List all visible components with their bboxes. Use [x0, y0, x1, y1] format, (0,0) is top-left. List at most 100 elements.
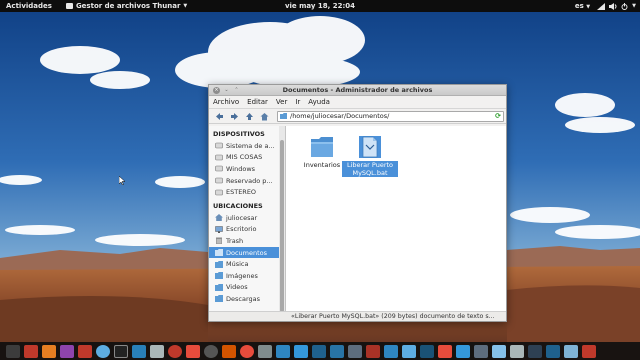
reload-icon[interactable]: ⟳	[495, 112, 501, 120]
app-icon[interactable]	[492, 344, 506, 358]
home-button[interactable]	[259, 111, 270, 122]
app-icon[interactable]	[420, 344, 434, 358]
network-icon	[597, 2, 606, 10]
app-icon[interactable]	[366, 344, 380, 358]
menu-ayuda[interactable]: Ayuda	[308, 98, 330, 106]
keyboard-layout[interactable]: es ▼	[575, 2, 590, 10]
obs-icon[interactable]	[204, 344, 218, 358]
status-bar: «Liberar Puerto MySQL.bat» (209 bytes) d…	[209, 311, 506, 321]
sidebar-item-device[interactable]: Windows	[209, 163, 279, 175]
file-view[interactable]: Inventarios Liberar Puerto MySQL.bat	[286, 126, 506, 311]
minimize-icon[interactable]: ⌄	[223, 87, 230, 94]
sidebar-item-desktop[interactable]: Escritorio	[209, 224, 279, 236]
app-icon[interactable]	[276, 344, 290, 358]
music-icon	[215, 260, 223, 268]
app-icon[interactable]	[222, 344, 236, 358]
app-icon[interactable]	[258, 344, 272, 358]
location-bar[interactable]: /home/juliocesar/Documentos/ ⟳	[277, 110, 504, 122]
app-icon[interactable]	[456, 344, 470, 358]
opera-icon[interactable]	[168, 344, 182, 358]
app-icon[interactable]	[384, 344, 398, 358]
app-icon[interactable]	[132, 344, 146, 358]
sidebar-item-videos[interactable]: Videos	[209, 282, 279, 294]
sidebar-scrollbar[interactable]	[279, 126, 285, 311]
sidebar-item-downloads[interactable]: Descargas	[209, 293, 279, 305]
sidebar-item-pictures[interactable]: Imágenes	[209, 270, 279, 282]
app-icon[interactable]	[402, 344, 416, 358]
top-panel: Actividades Gestor de archivos Thunar ▼ …	[0, 0, 640, 12]
maximize-icon[interactable]: ⌃	[233, 87, 240, 94]
app-icon[interactable]	[510, 344, 524, 358]
sidebar-item-label: Escritorio	[226, 225, 257, 234]
location-path: /home/juliocesar/Documentos/	[290, 112, 390, 120]
back-button[interactable]	[214, 111, 225, 122]
app-icon[interactable]	[24, 344, 38, 358]
drive-icon	[215, 142, 223, 149]
window-titlebar[interactable]: × ⌄ ⌃ Documentos - Administrador de arch…	[209, 85, 506, 96]
folder-icon	[215, 249, 223, 257]
sidebar-item-trash[interactable]: Trash	[209, 235, 279, 247]
menu-ir[interactable]: Ir	[295, 98, 300, 106]
menubar: Archivo Editar Ver Ir Ayuda	[209, 96, 506, 109]
activities-button[interactable]: Actividades	[6, 2, 52, 10]
menu-archivo[interactable]: Archivo	[213, 98, 239, 106]
app-icon[interactable]	[528, 344, 542, 358]
app-icon[interactable]	[546, 344, 560, 358]
app-icon[interactable]	[150, 344, 164, 358]
sidebar-item-device[interactable]: MIS COSAS	[209, 152, 279, 164]
scrollbar-thumb[interactable]	[280, 140, 284, 311]
chromium-icon[interactable]	[96, 344, 110, 358]
menu-ver[interactable]: Ver	[276, 98, 287, 106]
drive-icon	[215, 189, 223, 195]
app-icon[interactable]	[42, 344, 56, 358]
close-icon[interactable]: ×	[213, 86, 220, 94]
sidebar-item-label: juliocesar	[226, 213, 258, 222]
chevron-down-icon: ▼	[586, 4, 591, 10]
terminal-icon[interactable]	[114, 344, 128, 358]
arrow-up-icon	[246, 112, 253, 120]
sidebar-item-device[interactable]: Reservado p...	[209, 175, 279, 187]
sidebar-item-documentos[interactable]: Documentos	[209, 246, 279, 259]
desktop-icon	[215, 226, 223, 233]
sidebar-item-label: Reservado p...	[226, 176, 273, 185]
keyboard-layout-label: es	[574, 2, 584, 10]
sidebar-item-label: Imágenes	[226, 271, 258, 280]
app-menu[interactable]: Gestor de archivos Thunar ▼	[65, 2, 187, 10]
app-icon[interactable]	[438, 344, 452, 358]
sidebar-item-home[interactable]: juliocesar	[209, 212, 279, 224]
up-button[interactable]	[244, 111, 255, 122]
mouse-pointer-icon	[119, 176, 125, 185]
downloads-icon	[215, 295, 223, 303]
app-menu-icon	[65, 3, 73, 9]
app-icon[interactable]	[474, 344, 488, 358]
app-menu-label: Gestor de archivos Thunar	[75, 2, 181, 10]
file-manager-window: × ⌄ ⌃ Documentos - Administrador de arch…	[208, 84, 507, 322]
app-icon[interactable]	[312, 344, 326, 358]
app-icon[interactable]	[294, 344, 308, 358]
menu-editar[interactable]: Editar	[247, 98, 268, 106]
app-icon[interactable]	[78, 344, 92, 358]
file-name: Liberar Puerto MySQL.bat	[342, 161, 398, 177]
status-text: «Liberar Puerto MySQL.bat» (209 bytes) d…	[291, 313, 495, 320]
app-icon[interactable]	[186, 344, 200, 358]
app-icon[interactable]	[564, 344, 578, 358]
home-icon	[260, 112, 269, 120]
system-menu[interactable]: ▼	[597, 2, 636, 10]
sidebar-item-music[interactable]: Música	[209, 258, 279, 270]
sidebar-item-label: Sistema de a...	[226, 141, 275, 150]
app-icon[interactable]	[330, 344, 344, 358]
file-item-liberar-puerto[interactable]: Liberar Puerto MySQL.bat	[342, 136, 398, 177]
forward-button[interactable]	[229, 111, 240, 122]
app-icon[interactable]	[582, 344, 596, 358]
sidebar-item-device[interactable]: ESTEREO	[209, 186, 279, 198]
launcher-icon[interactable]	[6, 344, 20, 358]
sidebar-item-label: ESTEREO	[226, 188, 257, 197]
sidebar-item-label: Documentos	[226, 248, 268, 257]
app-icon[interactable]	[348, 344, 362, 358]
app-icon[interactable]	[240, 344, 254, 358]
sidebar-item-device[interactable]: Sistema de a...	[209, 140, 279, 152]
app-icon[interactable]	[60, 344, 74, 358]
sidebar-heading-devices: DISPOSITIVOS	[213, 130, 265, 138]
sidebar-item-label: Música	[226, 260, 249, 269]
file-name: Inventarios	[303, 161, 341, 169]
